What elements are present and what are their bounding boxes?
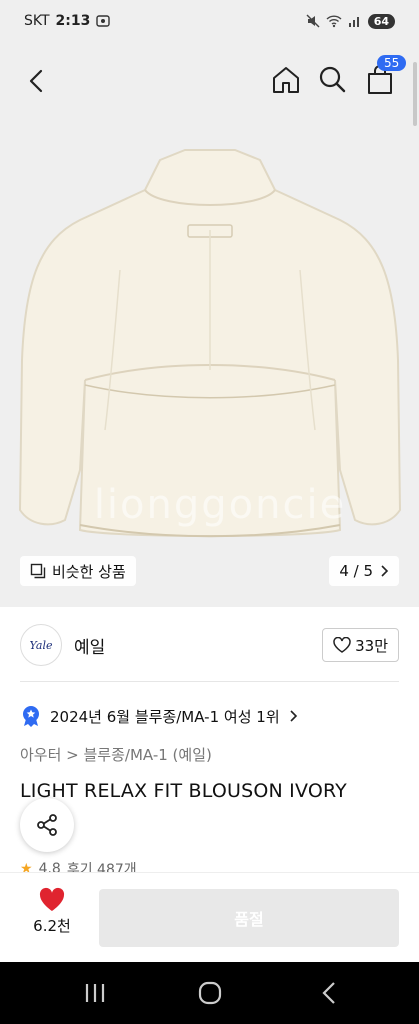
status-left: SKT 2:13 [24,13,111,29]
wishlist-count: 6.2천 [33,917,71,935]
recent-apps-icon[interactable] [80,980,110,1006]
divider [20,681,399,682]
clock: 2:13 [55,13,91,29]
watermark: lionggoncie [93,482,347,528]
similar-products-button[interactable]: 비슷한 상품 [20,556,136,586]
brand-row[interactable]: Yale 예일 33만 [20,620,399,670]
sold-out-button[interactable]: 품절 [99,889,399,947]
share-icon [37,814,57,836]
battery-icon: 64 [367,13,395,29]
ranking-link[interactable]: 2024년 6월 블루종/MA-1 여성 1위 [20,702,298,730]
status-right: 64 [306,13,395,29]
back-arrow-icon[interactable] [22,66,52,96]
product-gallery[interactable]: 55 lionggoncie 비슷한 상품 4 / 5 [0,42,419,607]
home-circle-icon[interactable] [195,980,225,1006]
wifi-icon [326,15,342,28]
status-bar: SKT 2:13 64 [0,0,419,42]
brand-logo[interactable]: Yale [20,624,62,666]
screen-record-icon [96,15,111,27]
brand-like-button[interactable]: 33만 [322,628,399,662]
carrier-label: SKT [24,13,50,29]
copy-icon [30,563,46,579]
share-button[interactable] [20,798,74,852]
search-icon[interactable] [317,64,347,94]
brand-name[interactable]: 예일 [74,633,105,658]
image-page-indicator[interactable]: 4 / 5 [329,556,399,586]
mute-icon [306,14,320,28]
brand-logo-text: Yale [29,638,53,652]
ranking-text: 2024년 6월 블루종/MA-1 여성 1위 [50,707,280,726]
system-navigation-bar [0,962,419,1024]
wishlist-button[interactable]: 6.2천 [22,887,82,947]
product-title: LIGHT RELAX FIT BLOUSON IVORY [20,780,347,802]
brand-like-count: 33만 [355,636,388,655]
chevron-right-icon [290,710,297,722]
top-nav: 55 [0,52,419,108]
cart-count-badge: 55 [377,55,407,71]
bottom-action-bar: 6.2천 품절 [0,872,419,962]
ranking-badge-icon [23,706,39,727]
heart-filled-icon [39,887,65,911]
similar-products-label: 비슷한 상품 [52,562,126,581]
chevron-right-icon [381,565,389,577]
heart-outline-icon [333,637,351,653]
system-back-icon[interactable] [315,980,345,1006]
signal-icon [348,17,359,27]
home-icon[interactable] [270,64,302,96]
category-breadcrumb[interactable]: 아우터 > 블루종/MA-1 (예일) [20,744,212,765]
page-indicator-label: 4 / 5 [339,562,373,580]
